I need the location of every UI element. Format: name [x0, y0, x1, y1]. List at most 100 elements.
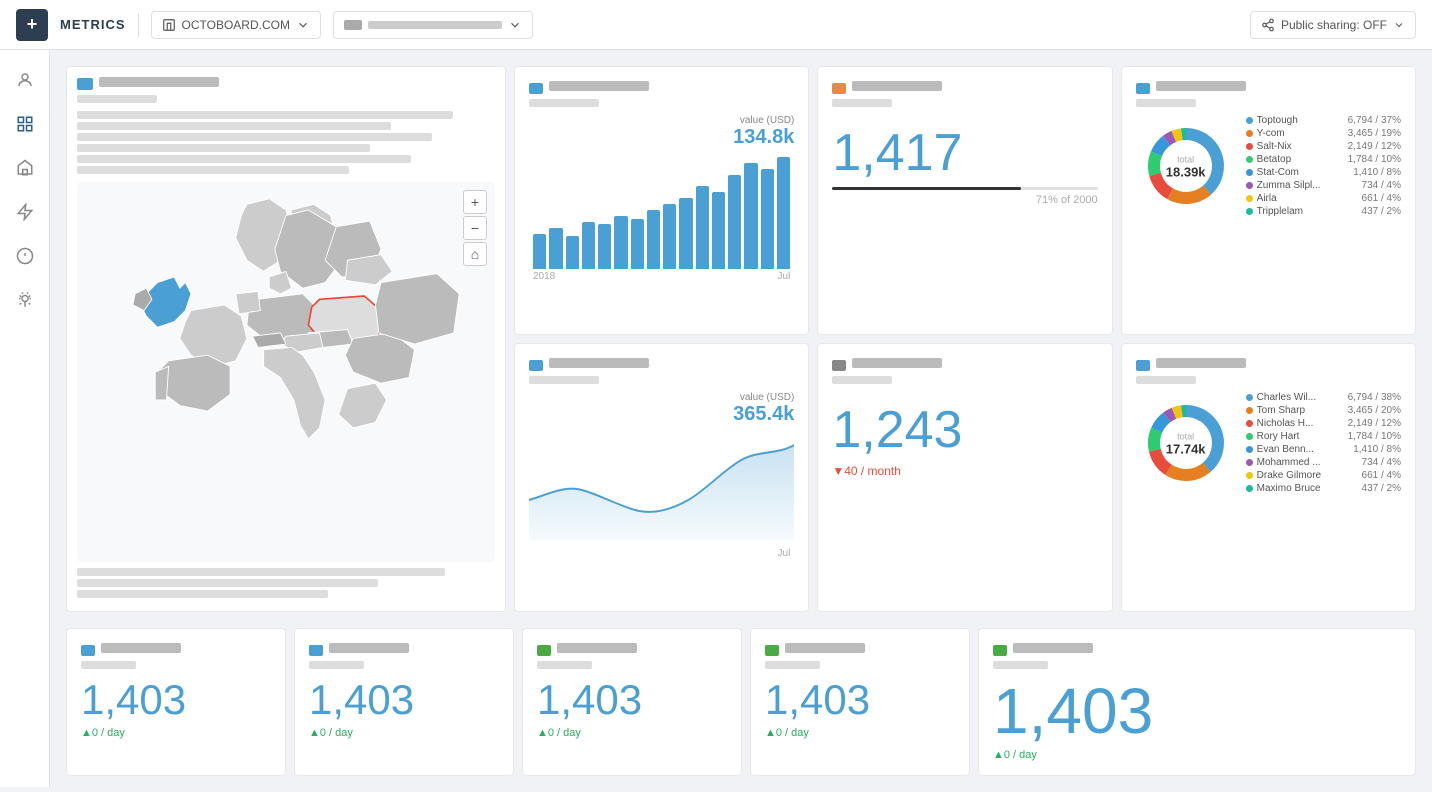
small-card-2: 1,403 ▲0 / day: [522, 628, 742, 776]
bar: [533, 234, 546, 269]
org-button[interactable]: OCTOBOARD.COM: [151, 11, 321, 39]
donut-card-2: total 17.74k Charles Wil... 6,794 / 38% …: [1121, 343, 1416, 612]
legend-value: 661 / 4%: [1362, 470, 1401, 481]
small-card-change: ▲0 / day: [765, 727, 955, 739]
bar-chart-title: [549, 81, 649, 91]
line-chart-card: value (USD) 365.4k Jul: [514, 343, 809, 612]
small-card-value: 1,403: [309, 679, 499, 721]
small-card-title: [785, 643, 865, 653]
legend-item: Betatop 1,784 / 10%: [1246, 154, 1401, 165]
small-card-subtitle: [993, 661, 1048, 669]
sidebar-item-dashboard[interactable]: [7, 106, 43, 142]
bar-chart-icon: [529, 83, 543, 94]
map-home[interactable]: ⌂: [463, 242, 487, 266]
sidebar-item-lightning[interactable]: [7, 194, 43, 230]
bar-chart-subtitle: [529, 99, 599, 107]
legend-item: Charles Wil... 6,794 / 38%: [1246, 392, 1401, 403]
sidebar-item-user[interactable]: [7, 62, 43, 98]
legend-item: Y-com 3,465 / 19%: [1246, 128, 1401, 139]
line-chart-wrapper: [529, 426, 794, 546]
small-card-header: [537, 643, 727, 657]
bar: [679, 198, 692, 269]
filter-value: [368, 21, 502, 29]
bar: [728, 175, 741, 269]
legend-dot: [1246, 117, 1253, 124]
legend-label: Nicholas H...: [1257, 418, 1327, 429]
sidebar-item-bug[interactable]: [7, 282, 43, 318]
legend-item: Tripplelam 437 / 2%: [1246, 206, 1401, 217]
legend-label: Rory Hart: [1257, 431, 1327, 442]
small-card-value: 1,403: [81, 679, 271, 721]
legend-item: Nicholas H... 2,149 / 12%: [1246, 418, 1401, 429]
small-card-3: 1,403 ▲0 / day: [750, 628, 970, 776]
sharing-chevron-icon: [1393, 19, 1405, 31]
dropdown-chevron-icon: [508, 18, 522, 32]
bottom-grid: 1,403 ▲0 / day 1,403 ▲0 / day 1,403 ▲0 /…: [66, 628, 1416, 776]
bar: [614, 216, 627, 269]
legend-item: Stat-Com 1,410 / 8%: [1246, 167, 1401, 178]
small-card-title: [1013, 643, 1093, 653]
filter-dropdown[interactable]: [333, 11, 533, 39]
metric-2-icon: [832, 360, 846, 371]
donut-1-title: [1156, 81, 1246, 91]
legend-label: Mohammed ...: [1257, 457, 1327, 468]
map-zoom-in[interactable]: +: [463, 190, 487, 214]
small-card-change: ▲0 / day: [81, 727, 271, 739]
metric-1-pct: 71% of 2000: [832, 194, 1097, 206]
map-card-subtitle: [77, 95, 157, 103]
small-card-subtitle: [309, 661, 364, 669]
legend-label: Y-com: [1257, 128, 1327, 139]
logo[interactable]: +: [16, 9, 48, 41]
map-card-icon: [77, 78, 93, 90]
sidebar-item-bank[interactable]: [7, 150, 43, 186]
bar: [582, 222, 595, 269]
small-card-title: [329, 643, 409, 653]
small-card-icon: [993, 645, 1007, 656]
legend-item: Drake Gilmore 661 / 4%: [1246, 470, 1401, 481]
legend-label: Drake Gilmore: [1257, 470, 1327, 481]
small-card-subtitle: [537, 661, 592, 669]
legend-label: Toptough: [1257, 115, 1327, 126]
nav-divider: [138, 13, 139, 37]
sidebar-item-info[interactable]: [7, 238, 43, 274]
line-chart-value-label: value (USD): [529, 392, 794, 403]
legend-dot: [1246, 143, 1253, 150]
map-zoom-out[interactable]: −: [463, 216, 487, 240]
legend-dot: [1246, 394, 1253, 401]
legend-dot: [1246, 472, 1253, 479]
metric-2-value: 1,243: [832, 404, 1097, 456]
bar-chart: [529, 149, 794, 269]
small-card-value: 1,403: [993, 679, 1401, 743]
small-card-change: ▲0 / day: [537, 727, 727, 739]
bar: [631, 219, 644, 269]
small-card-1: 1,403 ▲0 / day: [294, 628, 514, 776]
user-icon: [16, 71, 34, 89]
small-card-subtitle: [81, 661, 136, 669]
bar: [549, 228, 562, 269]
org-label: OCTOBOARD.COM: [182, 18, 290, 32]
dashboard-grid: + − ⌂: [66, 66, 1416, 620]
legend-item: Evan Benn... 1,410 / 8%: [1246, 444, 1401, 455]
lightning-icon: [16, 203, 34, 221]
metric-2-title: [852, 358, 942, 368]
legend-value: 437 / 2%: [1362, 206, 1401, 217]
donut-2-center: total 17.74k: [1166, 432, 1206, 457]
bar: [598, 224, 611, 269]
bar-chart-labels: 2018 Jul: [529, 269, 794, 284]
europe-svg: [77, 182, 495, 562]
legend-value: 661 / 4%: [1362, 193, 1401, 204]
public-sharing-button[interactable]: Public sharing: OFF: [1250, 11, 1416, 39]
legend-dot: [1246, 433, 1253, 440]
bar: [761, 169, 774, 269]
small-card-0: 1,403 ▲0 / day: [66, 628, 286, 776]
small-card-title: [101, 643, 181, 653]
bar-chart-header: [529, 81, 794, 107]
line-chart-header: [529, 358, 794, 384]
legend-dot: [1246, 208, 1253, 215]
small-card-header: [81, 643, 271, 657]
legend-dot: [1246, 459, 1253, 466]
donut-2-header: [1136, 358, 1401, 384]
metric-2-header: [832, 358, 1097, 384]
line-area: [529, 445, 794, 540]
legend-value: 6,794 / 38%: [1348, 392, 1401, 403]
